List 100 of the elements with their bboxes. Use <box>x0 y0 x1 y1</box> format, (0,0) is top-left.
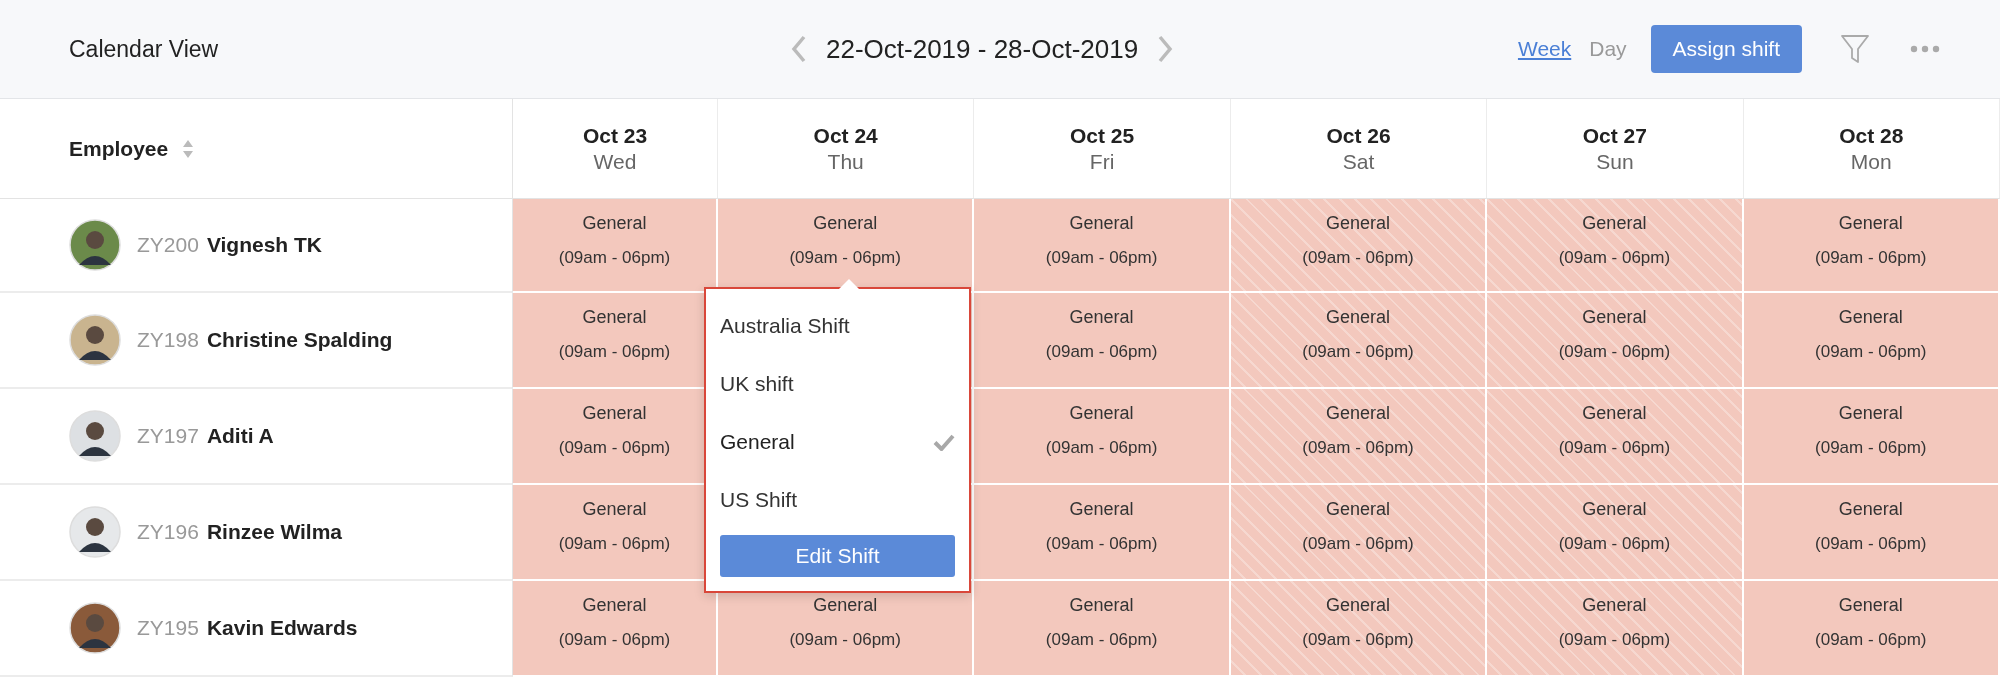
employee-id: ZY197 <box>137 424 199 448</box>
shift-name: General <box>582 307 647 328</box>
employee-name: Christine Spalding <box>206 328 393 352</box>
shift-time: (09am - 06pm) <box>1815 438 1927 458</box>
shift-name: General <box>1325 499 1390 520</box>
shift-time: (09am - 06pm) <box>1558 248 1671 268</box>
day-weekday: Thu <box>827 149 864 174</box>
shift-name: General <box>1582 499 1647 520</box>
shift-name: General <box>1582 595 1647 616</box>
day-weekday: Sat <box>1342 149 1375 174</box>
shift-name: General <box>1069 213 1134 234</box>
shift-option[interactable]: General <box>720 413 955 471</box>
shift-cell[interactable]: General (09am - 06pm) <box>974 199 1231 293</box>
employee-id: ZY198 <box>137 328 199 352</box>
shift-time: (09am - 06pm) <box>558 630 671 650</box>
shift-name: General <box>582 403 647 424</box>
day-date: Oct 23 <box>582 123 648 148</box>
shift-time: (09am - 06pm) <box>1558 438 1671 458</box>
column-header: Employee <box>69 136 169 161</box>
shift-time: (09am - 06pm) <box>789 630 901 650</box>
shift-name: General <box>1069 403 1134 424</box>
shift-cell[interactable]: General (09am - 06pm) <box>1743 293 2000 389</box>
shift-name: General <box>1325 213 1390 234</box>
shift-cell[interactable]: General (09am - 06pm) <box>1230 581 1488 677</box>
shift-cell[interactable]: General (09am - 06pm) <box>1743 199 2000 293</box>
day-date: Oct 27 <box>1582 123 1647 148</box>
shift-cell[interactable]: General (09am - 06pm) <box>1230 485 1488 581</box>
shift-time: (09am - 06pm) <box>1558 342 1671 362</box>
day-weekday: Mon <box>1850 149 1892 174</box>
shift-time: (09am - 06pm) <box>1302 342 1414 362</box>
shift-cell[interactable]: General (09am - 06pm) <box>974 581 1231 677</box>
employee-name: Aditi A <box>206 424 274 448</box>
view-tab[interactable]: Week <box>1517 37 1572 61</box>
shift-option[interactable]: UK shift <box>720 355 955 413</box>
shift-name: General <box>1838 307 1903 328</box>
shift-name: General <box>1838 213 1903 234</box>
shift-name: General <box>582 595 647 616</box>
shift-name: General <box>1582 307 1647 328</box>
shift-option[interactable]: US Shift <box>720 471 955 529</box>
shift-time: (09am - 06pm) <box>1558 630 1671 650</box>
chevron-right-icon[interactable] <box>1156 34 1175 64</box>
shift-name: General <box>1582 213 1647 234</box>
shift-cell[interactable]: General (09am - 06pm) <box>1230 389 1488 485</box>
shift-time: (09am - 06pm) <box>1045 630 1158 650</box>
shift-time: (09am - 06pm) <box>789 248 901 268</box>
avatar-icon <box>69 410 121 462</box>
shift-cell[interactable]: General (09am - 06pm) <box>718 199 975 293</box>
shift-name: General <box>1069 307 1134 328</box>
page-title: Calendar View <box>69 35 219 63</box>
shift-name: General <box>1069 499 1134 520</box>
shift-cell[interactable]: General (09am - 06pm) <box>974 485 1231 581</box>
shift-time: (09am - 06pm) <box>1045 248 1158 268</box>
avatar-icon <box>69 602 121 654</box>
shift-cell[interactable]: General (09am - 06pm) <box>513 199 718 293</box>
shift-cell[interactable]: General (09am - 06pm) <box>1487 199 1744 293</box>
shift-cell[interactable]: General (09am - 06pm) <box>1487 293 1744 389</box>
shift-time: (09am - 06pm) <box>1815 248 1927 268</box>
shift-cell[interactable]: General (09am - 06pm) <box>513 581 718 677</box>
shift-cell[interactable]: General (09am - 06pm) <box>1743 581 2000 677</box>
employee-id: ZY195 <box>137 616 199 640</box>
shift-time: (09am - 06pm) <box>1815 534 1927 554</box>
shift-name: General <box>1838 595 1903 616</box>
shift-name: General <box>582 213 647 234</box>
shift-cell[interactable]: General (09am - 06pm) <box>1230 199 1488 293</box>
employee-name: Kavin Edwards <box>206 616 358 640</box>
employee-name: Rinzee Wilma <box>206 520 343 544</box>
shift-time: (09am - 06pm) <box>1815 630 1927 650</box>
shift-cell[interactable]: General (09am - 06pm) <box>1743 389 2000 485</box>
shift-name: General <box>1838 499 1903 520</box>
day-date: Oct 24 <box>813 123 878 148</box>
more-icon[interactable] <box>1910 45 1940 53</box>
day-weekday: Sun <box>1596 149 1634 174</box>
shift-time: (09am - 06pm) <box>1302 438 1414 458</box>
shift-name: General <box>1325 595 1390 616</box>
shift-cell[interactable]: General (09am - 06pm) <box>1487 581 1744 677</box>
shift-time: (09am - 06pm) <box>1558 534 1671 554</box>
shift-cell[interactable]: General (09am - 06pm) <box>974 293 1231 389</box>
day-date: Oct 25 <box>1070 123 1135 148</box>
shift-time: (09am - 06pm) <box>558 248 671 268</box>
chevron-left-icon[interactable] <box>790 34 808 64</box>
shift-name: General <box>1582 403 1647 424</box>
shift-time: (09am - 06pm) <box>1302 534 1414 554</box>
shift-option[interactable]: Australia Shift <box>720 297 955 355</box>
shift-name: General <box>1838 403 1903 424</box>
shift-time: (09am - 06pm) <box>558 342 671 362</box>
shift-name: General <box>1069 595 1134 616</box>
shift-name: General <box>1325 403 1390 424</box>
shift-time: (09am - 06pm) <box>1302 630 1414 650</box>
shift-cell[interactable]: General (09am - 06pm) <box>1743 485 2000 581</box>
day-date: Oct 26 <box>1326 123 1391 148</box>
check-icon <box>933 433 955 451</box>
shift-cell[interactable]: General (09am - 06pm) <box>1230 293 1488 389</box>
shift-time: (09am - 06pm) <box>1045 342 1158 362</box>
shift-name: General <box>582 499 647 520</box>
shift-name: General <box>813 595 878 616</box>
filter-icon[interactable] <box>1840 33 1870 65</box>
day-date: Oct 28 <box>1839 123 1904 148</box>
shift-cell[interactable]: General (09am - 06pm) <box>974 389 1231 485</box>
shift-cell[interactable]: General (09am - 06pm) <box>1487 389 1744 485</box>
shift-cell[interactable]: General (09am - 06pm) <box>1487 485 1744 581</box>
